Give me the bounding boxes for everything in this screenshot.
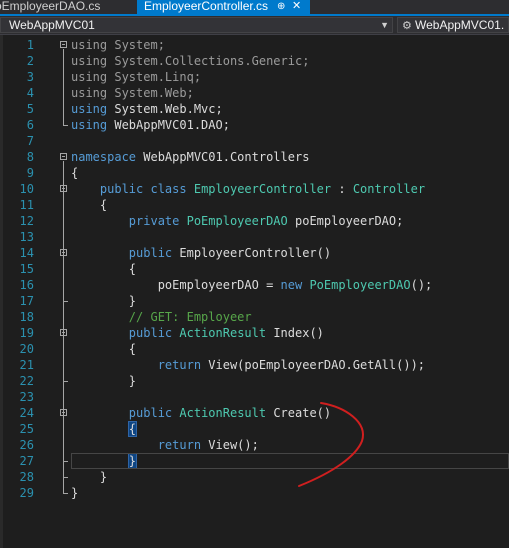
- red-pen-annotation: [298, 402, 364, 487]
- annotation-stroke: [298, 402, 364, 487]
